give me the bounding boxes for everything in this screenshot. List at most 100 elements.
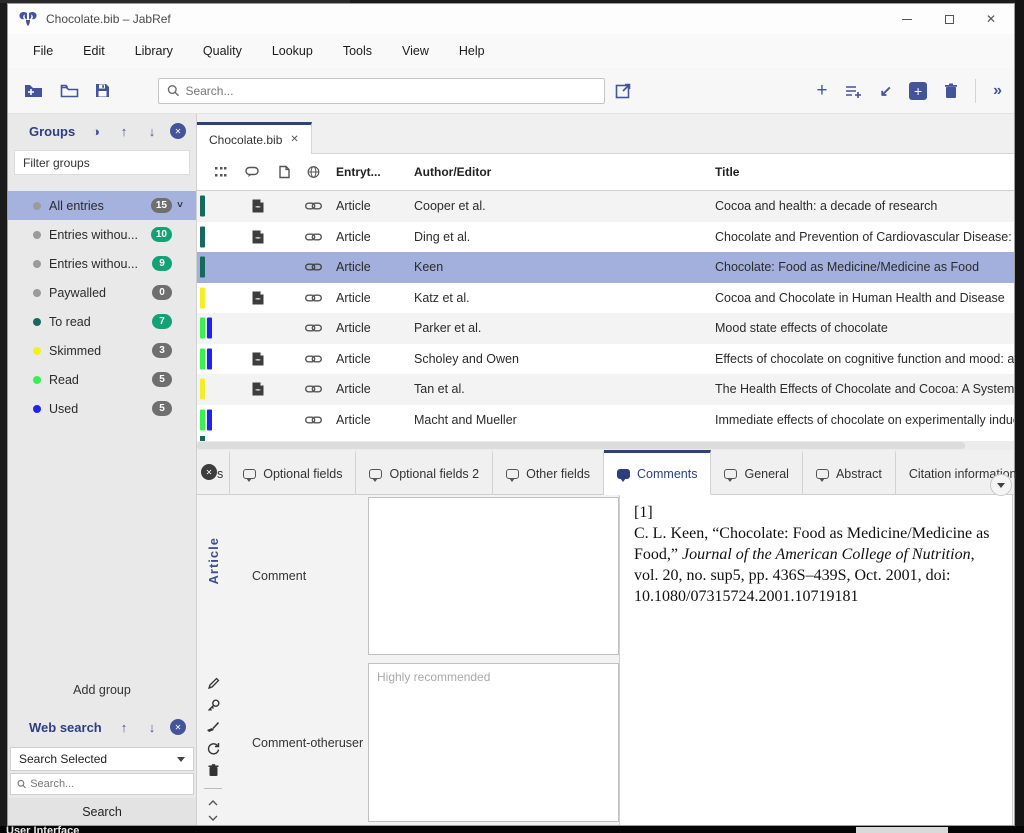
entry-type-label: Article <box>206 537 221 584</box>
web-search-close-icon[interactable]: ✕ <box>170 719 186 735</box>
chevron-up-icon[interactable] <box>208 800 218 806</box>
library-tab-chocolate[interactable]: Chocolate.bib ✕ <box>197 122 312 154</box>
web-search-move-up-icon[interactable]: ↑ <box>110 720 138 735</box>
chevron-down-icon[interactable]: ˅ <box>172 200 188 211</box>
entry-editor-close[interactable]: ✕ <box>197 450 217 494</box>
link-icon[interactable] <box>305 354 322 364</box>
link-icon[interactable] <box>305 201 322 211</box>
group-entries-without-1[interactable]: Entries withou... 10 <box>8 220 196 249</box>
open-library-icon[interactable] <box>60 84 79 98</box>
group-used[interactable]: Used 5 <box>8 394 196 423</box>
groups-close-icon[interactable]: ✕ <box>170 123 186 139</box>
import-arrow-icon[interactable]: ↙ <box>880 82 893 100</box>
groups-move-up-icon[interactable]: ↑ <box>110 124 138 139</box>
table-row[interactable]: Article Cooper et al. Cocoa and health: … <box>197 191 1014 222</box>
menu-library[interactable]: Library <box>135 44 173 58</box>
group-skimmed[interactable]: Skimmed 3 <box>8 336 196 365</box>
entrytype-header[interactable]: Entryt... <box>336 165 381 179</box>
new-entry-icon[interactable]: + <box>816 81 827 100</box>
menu-help[interactable]: Help <box>459 44 485 58</box>
link-icon[interactable] <box>305 232 322 242</box>
scrollbar-thumb[interactable] <box>197 442 965 449</box>
web-search-input[interactable] <box>30 778 187 790</box>
fetcher-select[interactable]: Search Selected <box>10 747 194 771</box>
pdf-file-icon[interactable] <box>252 382 264 396</box>
author-header[interactable]: Author/Editor <box>414 165 491 179</box>
open-search-window-icon[interactable] <box>615 82 632 99</box>
tab-truncated-first[interactable]: s <box>217 450 230 494</box>
delete-field-icon[interactable] <box>208 764 219 777</box>
chevron-down-icon[interactable] <box>208 815 218 821</box>
menu-file[interactable]: File <box>33 44 53 58</box>
pencil-icon[interactable] <box>207 677 220 690</box>
web-search-move-down-icon[interactable]: ↓ <box>138 720 166 735</box>
pdf-file-icon[interactable] <box>252 199 264 213</box>
key-icon[interactable] <box>207 699 220 712</box>
link-icon[interactable] <box>305 415 322 425</box>
pdf-file-icon[interactable] <box>252 230 264 244</box>
comment-column-icon[interactable] <box>245 167 260 178</box>
url-column-icon[interactable] <box>307 166 320 179</box>
pdf-file-icon[interactable] <box>252 352 264 366</box>
groups-intersection-icon[interactable]: ◑ <box>82 124 110 139</box>
close-icon[interactable]: ✕ <box>201 464 217 480</box>
title-header[interactable]: Title <box>715 165 739 179</box>
save-library-icon[interactable] <box>95 83 110 98</box>
menu-tools[interactable]: Tools <box>343 44 372 58</box>
tab-close-icon[interactable]: ✕ <box>290 134 298 145</box>
grouping-column-icon[interactable] <box>215 166 228 178</box>
refresh-icon[interactable] <box>207 742 220 755</box>
new-entry-from-list-icon[interactable] <box>845 84 863 98</box>
comment-otheruser-textarea[interactable] <box>368 663 619 822</box>
global-search-input[interactable] <box>185 84 596 98</box>
table-row[interactable]: Article Ding et al. Chocolate and Preven… <box>197 222 1014 253</box>
table-row[interactable]: Article Macht and Mueller Immediate effe… <box>197 405 1014 436</box>
web-search-button[interactable]: Search <box>8 798 196 825</box>
filter-groups-input[interactable] <box>23 156 181 170</box>
tab-label: Abstract <box>836 467 882 481</box>
global-search-box[interactable] <box>158 78 605 104</box>
tab-general[interactable]: General <box>711 450 802 494</box>
file-column-icon[interactable] <box>279 166 290 179</box>
group-all-entries[interactable]: All entries 15 ˅ <box>8 191 196 220</box>
tab-abstract[interactable]: Abstract <box>803 450 896 494</box>
table-horizontal-scrollbar[interactable] <box>197 441 1014 450</box>
table-row-selected[interactable]: Article Keen Chocolate: Food as Medicine… <box>197 252 1014 283</box>
tab-other-fields[interactable]: Other fields <box>493 450 604 494</box>
table-row[interactable]: Article Tan et al. The Health Effects of… <box>197 374 1014 405</box>
tab-overflow-button[interactable] <box>990 474 1012 496</box>
toolbar-overflow-icon[interactable]: » <box>993 82 1002 100</box>
link-icon[interactable] <box>305 293 322 303</box>
link-icon[interactable] <box>305 262 322 272</box>
group-to-read[interactable]: To read 7 <box>8 307 196 336</box>
menu-quality[interactable]: Quality <box>203 44 242 58</box>
delete-entry-icon[interactable] <box>944 83 958 99</box>
brush-icon[interactable] <box>206 721 220 733</box>
menu-edit[interactable]: Edit <box>83 44 105 58</box>
group-read[interactable]: Read 5 <box>8 365 196 394</box>
add-group-button[interactable]: Add group <box>8 676 196 704</box>
tab-optional-fields-2[interactable]: Optional fields 2 <box>356 450 493 494</box>
group-paywalled[interactable]: Paywalled 0 <box>8 278 196 307</box>
link-icon[interactable] <box>305 384 322 394</box>
table-row[interactable]: Article Katz et al. Cocoa and Chocolate … <box>197 283 1014 314</box>
menu-lookup[interactable]: Lookup <box>272 44 313 58</box>
maximize-button[interactable] <box>942 12 956 26</box>
filter-groups-box[interactable] <box>14 150 190 175</box>
close-button[interactable]: ✕ <box>984 12 998 26</box>
pdf-file-icon[interactable] <box>252 291 264 305</box>
tab-optional-fields[interactable]: Optional fields <box>230 450 356 494</box>
comment-textarea[interactable] <box>368 497 619 655</box>
entrytype-cell: Article <box>336 321 371 335</box>
minimize-button[interactable] <box>900 12 914 26</box>
menu-view[interactable]: View <box>402 44 429 58</box>
web-search-box[interactable] <box>10 773 194 795</box>
groups-move-down-icon[interactable]: ↓ <box>138 124 166 139</box>
new-library-icon[interactable] <box>24 83 44 98</box>
group-entries-without-2[interactable]: Entries withou... 9 <box>8 249 196 278</box>
tab-comments[interactable]: Comments <box>604 450 711 495</box>
add-entry-button-icon[interactable]: + <box>909 82 927 100</box>
table-row[interactable]: Article Parker et al. Mood state effects… <box>197 313 1014 344</box>
link-icon[interactable] <box>305 323 322 333</box>
table-row[interactable]: Article Scholey and Owen Effects of choc… <box>197 344 1014 375</box>
